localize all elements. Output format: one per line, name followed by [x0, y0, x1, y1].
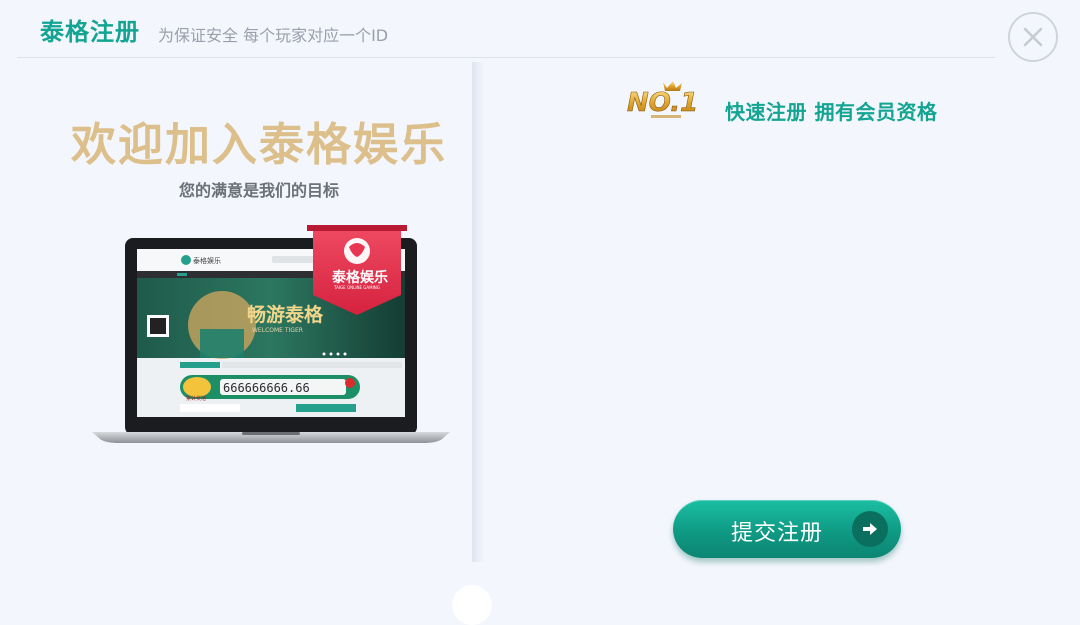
- laptop-illustration: 泰格娱乐 畅游泰格 WELCOME TIGER 累计奖池 666666666.6…: [92, 225, 450, 443]
- banner-subtitle: WELCOME TIGER: [252, 327, 303, 334]
- no1-tagline: 快速注册 拥有会员资格: [725, 100, 938, 124]
- jackpot-label: 累计奖池: [186, 395, 206, 402]
- close-icon: [1023, 27, 1043, 47]
- ribbon-brand-en: TAIGE ONLINE GAMING: [333, 285, 380, 290]
- ribbon-brand: 泰格娱乐: [331, 269, 388, 286]
- header: 泰格注册 为保证安全 每个玩家对应一个ID: [0, 0, 1080, 58]
- slogan-text: 您的满意是我们的目标: [178, 181, 339, 200]
- page-title: 泰格注册: [40, 18, 140, 46]
- bottom-notch: [452, 585, 492, 625]
- welcome-heading: 欢迎加入泰格娱乐: [70, 118, 447, 171]
- submit-register-button[interactable]: 提交注册: [673, 500, 901, 558]
- banner-title: 畅游泰格: [247, 303, 324, 326]
- no1-badge-icon: NO.1: [627, 81, 699, 118]
- site-logo: 泰格娱乐: [193, 256, 221, 265]
- jackpot-counter: 666666666.66: [223, 381, 310, 395]
- page-subtitle: 为保证安全 每个玩家对应一个ID: [158, 26, 389, 45]
- close-button[interactable]: [1008, 12, 1058, 62]
- arrow-right-icon: [852, 511, 888, 547]
- submit-label: 提交注册: [731, 521, 824, 546]
- no1-badge-text: NO.1: [627, 88, 698, 118]
